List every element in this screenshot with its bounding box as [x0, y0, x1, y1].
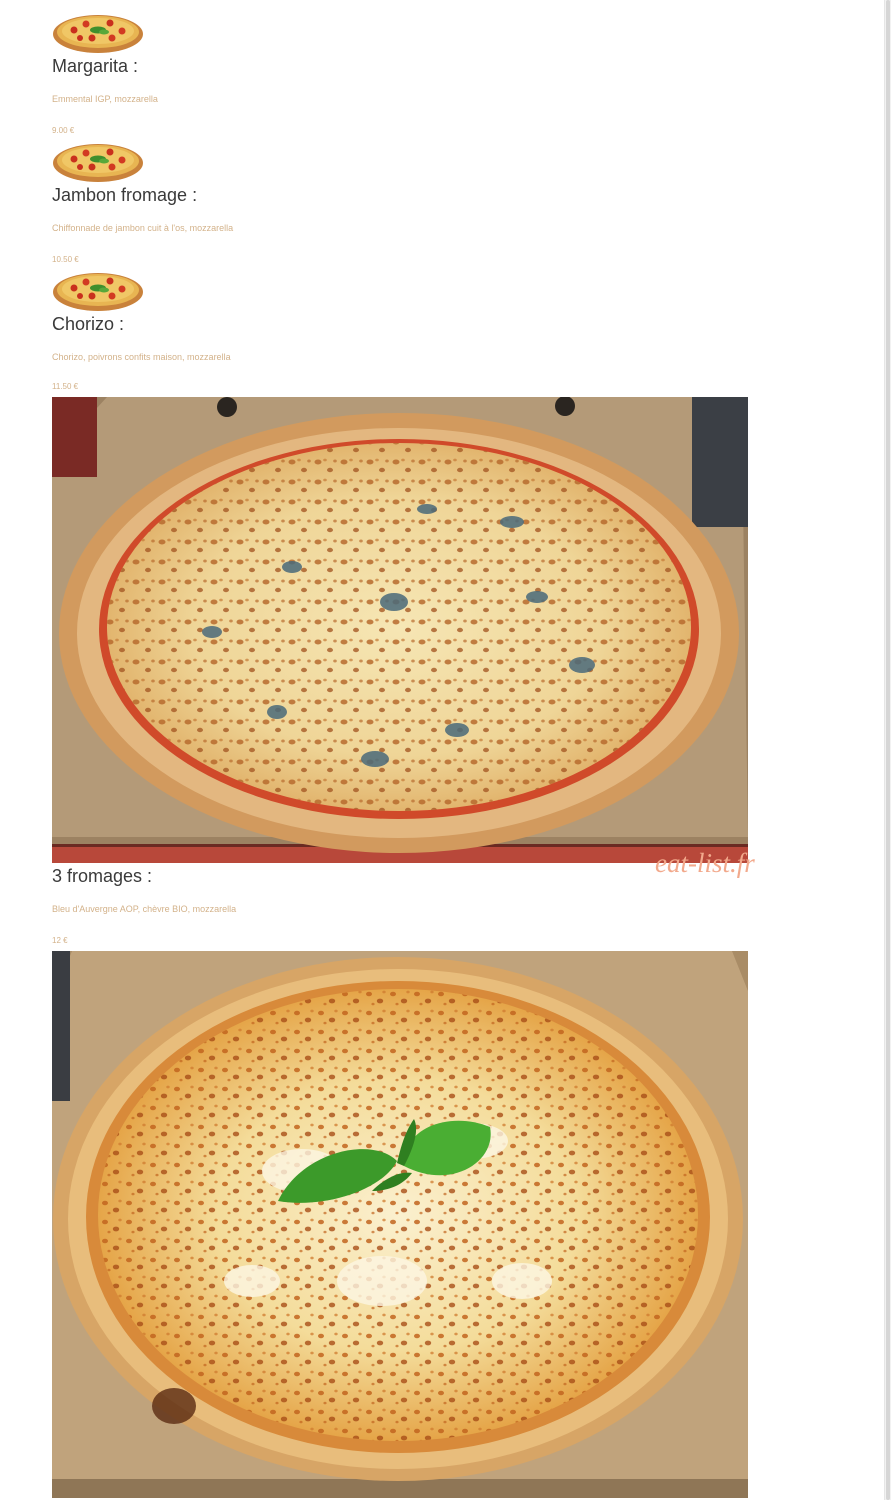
pizza-icon: [53, 15, 143, 53]
scrollbar-thumb[interactable]: [886, 0, 890, 1500]
item-price: 9.00 €: [52, 126, 75, 135]
item-description: Chorizo, poivrons confits maison, mozzar…: [52, 352, 231, 362]
menu-item-chorizo: Chorizo : Chorizo, poivrons confits mais…: [52, 268, 752, 396]
item-price: 12 €: [52, 936, 68, 945]
item-price: 11.50 €: [52, 382, 79, 391]
item-description: Bleu d'Auvergne AOP, chèvre BIO, mozzare…: [52, 904, 237, 914]
pizza-icon: [53, 273, 143, 311]
pizza-photo: [52, 397, 748, 863]
scrollbar-track[interactable]: [884, 0, 891, 1500]
pizza-icon: [53, 144, 143, 182]
menu-item-jambon-fromage: Jambon fromage : Chiffonnade de jambon c…: [52, 139, 752, 267]
pizza-photo: [52, 951, 748, 1498]
item-name: Margarita :: [52, 56, 139, 76]
item-name: 3 fromages :: [52, 866, 153, 886]
item-name: Chorizo :: [52, 314, 125, 334]
item-description: Chiffonnade de jambon cuit à l'os, mozza…: [52, 223, 234, 233]
menu-item-3-fromages: 3 fromages : Bleu d'Auvergne AOP, chèvre…: [52, 866, 752, 946]
item-description: Emmental IGP, mozzarella: [52, 94, 158, 104]
item-price: 10.50 €: [52, 255, 79, 264]
menu-item-margarita: Margarita : Emmental IGP, mozzarella 9.0…: [52, 10, 752, 138]
item-name: Jambon fromage :: [52, 185, 198, 205]
